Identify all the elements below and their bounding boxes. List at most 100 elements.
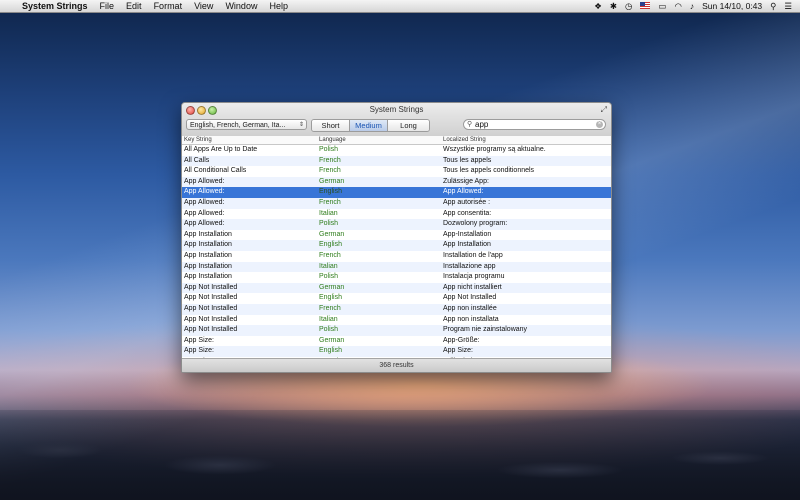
menu-clock[interactable]: Sun 14/10, 0:43 — [702, 1, 762, 11]
table-row[interactable]: App Not Installed French App non installée — [182, 303, 611, 315]
cell-key-string: App Not Installed — [184, 315, 238, 323]
cell-localized-string: App Installation — [443, 241, 491, 249]
table-row[interactable]: App Installation English App Installation — [182, 240, 611, 251]
clear-search-icon[interactable]: × — [596, 121, 603, 128]
window-toolbar: System Strings ⤢ English, French, German… — [182, 103, 611, 137]
menu-file[interactable]: File — [100, 1, 115, 11]
column-header-localized[interactable]: Localized String — [443, 136, 486, 144]
status-bar: 368 results — [182, 358, 611, 372]
segment-short[interactable]: Short — [312, 120, 350, 131]
cell-key-string: App Not Installed — [184, 283, 238, 291]
menu-bar: System Strings File Edit Format View Win… — [0, 0, 800, 13]
cell-key-string: App Installation — [184, 251, 232, 259]
segment-long[interactable]: Long — [388, 120, 429, 131]
table-row[interactable]: App Installation Italian Installazione app — [182, 261, 611, 273]
flag-icon[interactable] — [640, 1, 651, 11]
column-header-language[interactable]: Language — [319, 136, 346, 144]
cell-localized-string: Tous les appels — [443, 156, 492, 164]
table-row[interactable]: All Conditional Calls French Tous les appe… — [182, 166, 611, 177]
bluetooth-icon[interactable]: ✱ — [610, 1, 617, 12]
table-header: Key String Language Localized String — [182, 136, 611, 145]
dropbox-icon[interactable]: ❖ — [594, 1, 602, 12]
wallpaper-shoreline — [0, 410, 800, 500]
table-row[interactable]: App Size: German App-Größe: — [182, 335, 611, 347]
menu-help[interactable]: Help — [269, 1, 288, 11]
cell-localized-string: Installation de l'app — [443, 251, 503, 259]
cell-key-string: All Calls — [184, 156, 210, 164]
wifi-icon[interactable]: ◠ — [674, 1, 681, 12]
cell-key-string: App Installation — [184, 262, 232, 270]
cell-language: French — [319, 156, 341, 164]
cell-localized-string: App Allowed: — [443, 188, 484, 196]
cell-language: German — [319, 177, 345, 185]
table-row[interactable]: App Installation German App-Installation — [182, 229, 611, 241]
spotlight-icon[interactable]: ⚲ — [770, 1, 776, 12]
time-machine-icon[interactable]: ◷ — [625, 1, 632, 12]
table-body: All Apps Are Up to Date Polish Wszystkie p… — [182, 145, 611, 359]
volume-icon[interactable]: ♪ — [690, 1, 694, 11]
table-row[interactable]: All Apps Are Up to Date Polish Wszystkie p… — [182, 145, 611, 156]
cell-key-string: App Allowed: — [184, 198, 225, 206]
table-row[interactable]: App Allowed: French App autorisée : — [182, 197, 611, 209]
cell-key-string: App Installation — [184, 230, 232, 238]
language-select-value: English, French, German, Ita... — [190, 122, 286, 129]
cell-localized-string: App Not Installed — [443, 294, 497, 302]
notification-center-icon[interactable]: ☰ — [784, 1, 792, 12]
cell-key-string: App Allowed: — [184, 188, 225, 196]
cell-key-string: App Allowed: — [184, 220, 225, 228]
cell-language: Italian — [319, 262, 338, 270]
table-row[interactable]: App Not Installed English App Not Installe… — [182, 293, 611, 304]
cell-key-string: App Installation — [184, 241, 232, 249]
language-select[interactable]: English, French, German, Ita... ⇕ — [186, 119, 307, 130]
cell-localized-string: Wszystkie programy są aktualne. — [443, 146, 546, 153]
cell-language: Italian — [319, 209, 338, 217]
chevron-updown-icon: ⇕ — [298, 122, 304, 128]
cell-language: English — [319, 294, 342, 302]
cell-language: Italian — [319, 315, 338, 323]
cell-localized-string: Installazione app — [443, 262, 496, 270]
fullscreen-icon[interactable]: ⤢ — [601, 105, 607, 115]
search-field[interactable]: ⚲ app × — [463, 119, 606, 130]
cell-language: German — [319, 283, 345, 291]
menu-format[interactable]: Format — [154, 1, 183, 11]
table-row[interactable]: App Size: English App Size: — [182, 346, 611, 357]
cell-localized-string: App consentita: — [443, 209, 492, 217]
cell-language: English — [319, 347, 342, 355]
strings-table[interactable]: Key String Language Localized String All… — [182, 136, 611, 359]
menu-edit[interactable]: Edit — [126, 1, 142, 11]
table-row[interactable]: App Not Installed German App nicht install… — [182, 282, 611, 294]
table-row[interactable]: App Installation French Installation de l'… — [182, 250, 611, 262]
table-row[interactable]: App Installation Polish Instalacja program… — [182, 272, 611, 283]
menu-app-name[interactable]: System Strings — [22, 1, 88, 11]
cell-language: German — [319, 336, 345, 344]
cell-localized-string: App Size: — [443, 347, 473, 355]
table-row[interactable]: App Not Installed Italian App non installa… — [182, 314, 611, 326]
battery-icon[interactable]: ▭ — [658, 1, 666, 12]
search-input-value[interactable]: app — [475, 120, 488, 129]
search-icon: ⚲ — [467, 121, 473, 128]
table-row[interactable]: App Allowed: Polish Dozwolony program: — [182, 219, 611, 230]
column-header-key[interactable]: Key String — [184, 136, 212, 144]
table-row[interactable]: App Allowed: Italian App consentita: — [182, 208, 611, 220]
cell-localized-string: Tous les appels conditionnels — [443, 167, 535, 175]
table-row[interactable]: All Calls French Tous les appels — [182, 155, 611, 167]
cell-localized-string: App nicht installiert — [443, 283, 502, 291]
cell-key-string: App Not Installed — [184, 304, 238, 312]
cell-key-string: All Conditional Calls — [184, 167, 247, 175]
cell-key-string: App Size: — [184, 347, 214, 355]
window-title: System Strings — [369, 105, 424, 114]
table-row[interactable]: App Not Installed Polish Program nie zains… — [182, 325, 611, 336]
system-strings-window: System Strings ⤢ English, French, German… — [181, 102, 612, 373]
segment-medium[interactable]: Medium — [350, 120, 388, 131]
cell-language: Polish — [319, 273, 339, 281]
menu-window[interactable]: Window — [225, 1, 257, 11]
cell-key-string: App Size: — [184, 336, 214, 344]
cell-language: French — [319, 304, 341, 312]
table-row[interactable]: App Allowed: German Zulässige App: — [182, 176, 611, 188]
cell-language: Polish — [319, 146, 339, 153]
cell-language: Polish — [319, 220, 339, 228]
table-row[interactable]: App Allowed: English App Allowed: — [182, 187, 611, 198]
menu-view[interactable]: View — [194, 1, 213, 11]
length-segmented-control: Short Medium Long — [311, 119, 430, 132]
cell-localized-string: App non installata — [443, 315, 499, 323]
